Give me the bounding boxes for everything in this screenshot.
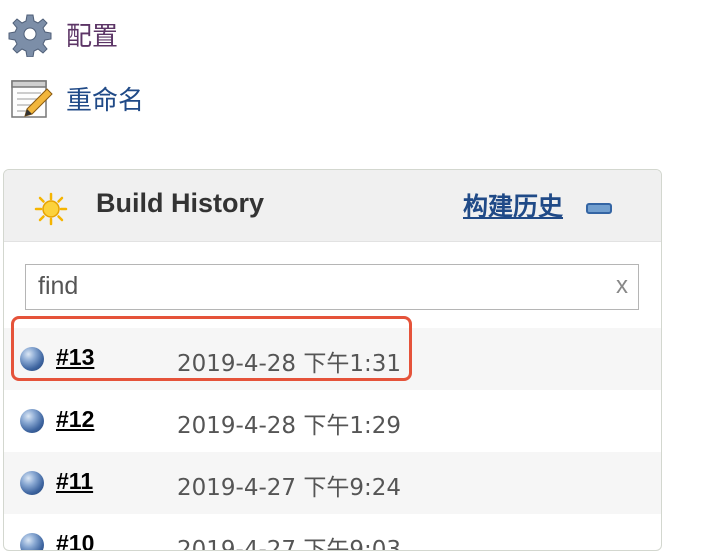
build-search-box: x [25,264,639,310]
configure-label[interactable]: 配置 [66,16,118,53]
status-ball-icon [20,533,44,550]
status-ball-icon [20,471,44,495]
status-ball-icon [20,409,44,433]
gear-icon [6,10,54,58]
sun-icon [34,192,68,226]
build-time: 2019-4-28 下午1:29 [177,413,401,439]
build-row: #10 2019-4-27 下午9:03 [4,514,661,551]
rename-task-link[interactable]: 重命名 [6,74,144,122]
minus-icon[interactable] [586,203,612,214]
build-number-link[interactable]: #11 [56,468,93,495]
build-row: #12 2019-4-28 下午1:29 [4,390,661,452]
build-history-widget: Build History 构建历史 x #13 2019-4-28 下午1:3… [3,169,662,551]
build-time: 2019-4-27 下午9:03 [177,537,401,551]
configure-task-link[interactable]: 配置 [6,10,118,58]
rename-label[interactable]: 重命名 [66,80,144,117]
build-time: 2019-4-27 下午9:24 [177,475,401,501]
status-ball-icon [20,347,44,371]
clear-search-button[interactable]: x [616,272,628,300]
build-number-link[interactable]: #12 [56,406,94,433]
build-time: 2019-4-28 下午1:31 [177,351,401,377]
build-search-input[interactable] [38,269,598,303]
notepad-pencil-icon [6,74,54,122]
build-trend-link[interactable]: 构建历史 [463,187,563,223]
build-number-link[interactable]: #13 [56,344,94,371]
build-row: #11 2019-4-27 下午9:24 [4,452,661,514]
build-number-link[interactable]: #10 [56,530,94,550]
build-history-title: Build History [96,188,265,218]
build-history-header: Build History 构建历史 [4,170,661,242]
build-row: #13 2019-4-28 下午1:31 [4,328,661,390]
